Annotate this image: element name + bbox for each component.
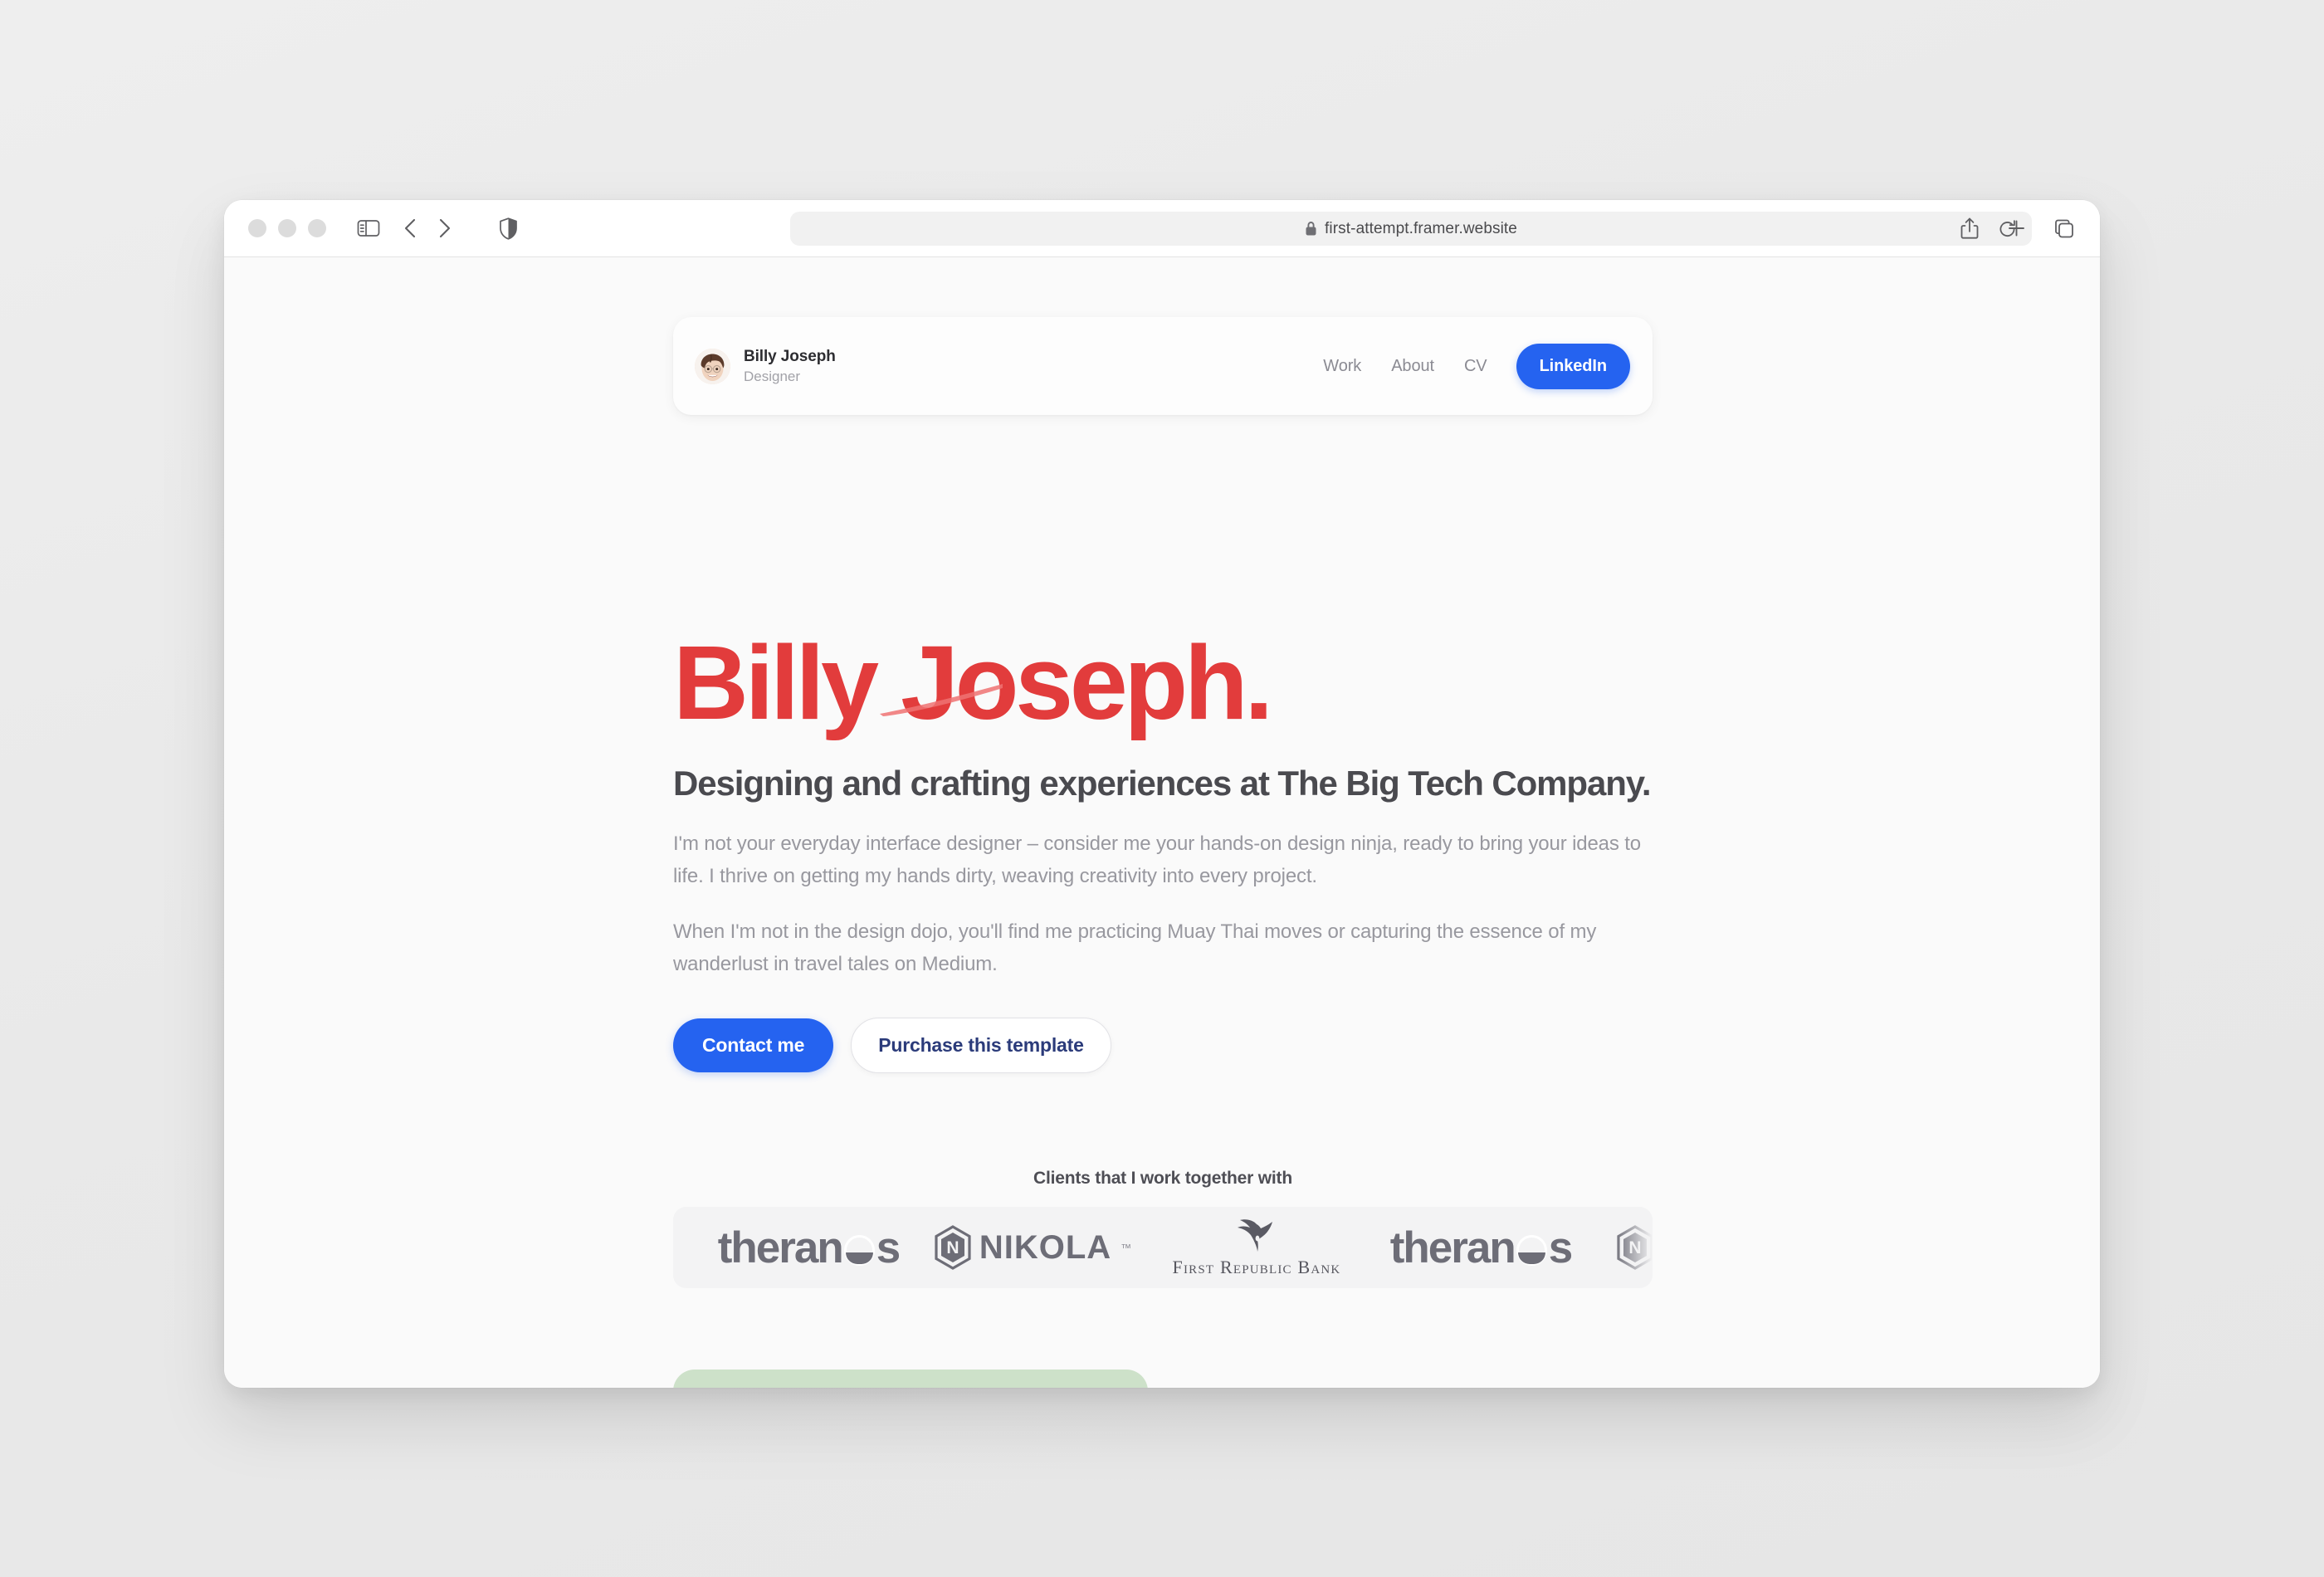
address-bar[interactable]: first-attempt.framer.website bbox=[790, 212, 2032, 246]
frb-name: First Republic Bank bbox=[1172, 1256, 1341, 1277]
client-logo-marquee: theran s N NIKOLA ™ First Republic Bank … bbox=[673, 1207, 1653, 1288]
desktop-background: first-attempt.framer.website Billy Josep… bbox=[0, 0, 2324, 1577]
theranos-text-1-repeat: theran bbox=[1389, 1223, 1516, 1272]
svg-text:N: N bbox=[946, 1238, 959, 1257]
projects-section bbox=[673, 1370, 1653, 1388]
close-button[interactable] bbox=[248, 219, 266, 237]
nikola-hexagon-icon-repeat: N bbox=[1617, 1225, 1653, 1270]
address-bar-text: first-attempt.framer.website bbox=[1325, 219, 1517, 237]
hero-buttons: Contact me Purchase this template bbox=[673, 1018, 1669, 1074]
avatar-memoji bbox=[695, 348, 730, 384]
page-viewport: Billy Joseph Designer Work About CV Link… bbox=[224, 257, 2100, 1388]
tab-overview-icon[interactable] bbox=[2053, 217, 2075, 239]
nav-link-about[interactable]: About bbox=[1376, 349, 1449, 384]
hero-section: Billy Joseph. Designing and crafting exp… bbox=[673, 631, 1669, 1074]
lock-icon bbox=[1305, 221, 1317, 237]
contact-me-button[interactable]: Contact me bbox=[673, 1018, 834, 1073]
chevron-left-icon[interactable] bbox=[403, 217, 418, 239]
project-card[interactable] bbox=[673, 1370, 1148, 1388]
brand-name: Billy Joseph bbox=[744, 347, 836, 365]
hero-subtitle: Designing and crafting experiences at Th… bbox=[673, 764, 1652, 803]
brand-block[interactable]: Billy Joseph Designer bbox=[695, 348, 836, 385]
brand-role: Designer bbox=[744, 368, 801, 384]
browser-window: first-attempt.framer.website Billy Josep… bbox=[224, 200, 2100, 1388]
client-logo-nikola: N NIKOLA ™ bbox=[920, 1207, 1145, 1288]
clients-title: Clients that I work together with bbox=[1033, 1169, 1292, 1188]
nikola-wordmark: N NIKOLA ™ bbox=[934, 1225, 1131, 1270]
maximize-button[interactable] bbox=[308, 219, 326, 237]
nikola-hexagon-icon: N bbox=[935, 1225, 971, 1270]
window-controls[interactable] bbox=[248, 219, 326, 237]
site-navigation-bar: Billy Joseph Designer Work About CV Link… bbox=[673, 317, 1653, 415]
nav-links: Work About CV LinkedIn bbox=[1308, 343, 1630, 389]
theranos-wordmark-repeat: theran s bbox=[1389, 1223, 1574, 1273]
nav-link-work[interactable]: Work bbox=[1308, 349, 1376, 384]
page-title: Billy Joseph. bbox=[673, 631, 1273, 735]
theranos-o-glyph-repeat bbox=[1516, 1234, 1547, 1266]
theranos-wordmark: theran s bbox=[717, 1223, 901, 1273]
plus-icon[interactable] bbox=[2006, 218, 2027, 239]
theranos-text-2-repeat: s bbox=[1548, 1223, 1574, 1272]
theranos-text-2: s bbox=[876, 1223, 901, 1272]
nikola-wordmark-repeat: N NIKOLA bbox=[1616, 1225, 1653, 1270]
svg-text:N: N bbox=[1628, 1238, 1641, 1257]
client-logo-theranos: theran s bbox=[696, 1207, 920, 1288]
nikola-name: NIKOLA bbox=[979, 1228, 1112, 1266]
hero-title-text: Billy Joseph. bbox=[673, 624, 1273, 741]
hero-paragraph-2: When I'm not in the design dojo, you'll … bbox=[673, 920, 1597, 976]
linkedin-button[interactable]: LinkedIn bbox=[1516, 343, 1630, 389]
eagle-icon bbox=[1237, 1218, 1272, 1252]
chevron-right-icon[interactable] bbox=[437, 217, 452, 239]
client-logo-track: theran s N NIKOLA ™ First Republic Bank … bbox=[673, 1207, 1653, 1288]
theranos-text-1: theran bbox=[717, 1223, 844, 1272]
client-logo-first-republic-bank: First Republic Bank bbox=[1145, 1207, 1369, 1288]
share-icon[interactable] bbox=[1960, 217, 1980, 240]
brand-text: Billy Joseph Designer bbox=[744, 348, 836, 385]
theranos-o-glyph bbox=[843, 1234, 875, 1266]
purchase-template-button[interactable]: Purchase this template bbox=[851, 1018, 1111, 1074]
frb-lockup: First Republic Bank bbox=[1173, 1218, 1341, 1278]
nikola-trademark: ™ bbox=[1120, 1241, 1132, 1254]
nav-link-cv[interactable]: CV bbox=[1449, 349, 1502, 384]
client-logo-nikola-repeat: N NIKOLA bbox=[1593, 1207, 1653, 1288]
clients-section: Clients that I work together with theran… bbox=[673, 1169, 1653, 1288]
client-logo-theranos-repeat: theran s bbox=[1369, 1207, 1593, 1288]
shield-icon[interactable] bbox=[499, 217, 518, 240]
minimize-button[interactable] bbox=[278, 219, 296, 237]
toolbar-right-actions bbox=[1960, 217, 2075, 240]
hero-paragraph-1: I'm not your everyday interface designer… bbox=[673, 832, 1641, 887]
sidebar-toggle-icon[interactable] bbox=[357, 218, 380, 238]
browser-toolbar: first-attempt.framer.website bbox=[224, 200, 2100, 257]
